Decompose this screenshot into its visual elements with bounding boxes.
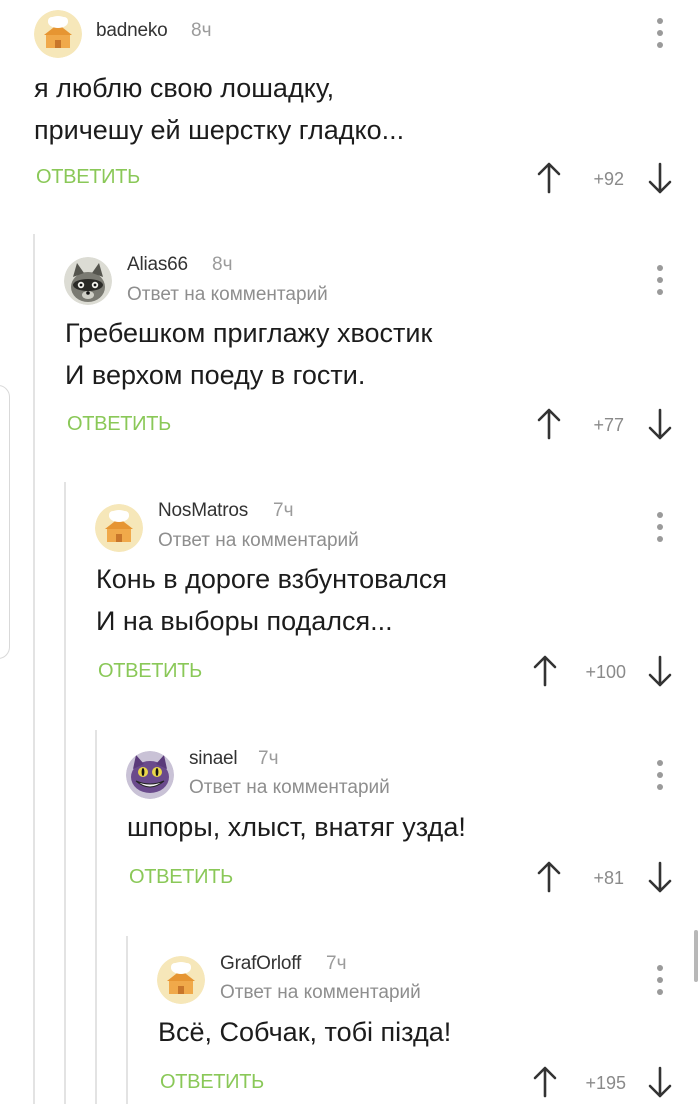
comment-text: Всё, Собчак, тобі пізда! [158,1017,452,1047]
author-name[interactable]: badneko [96,20,168,42]
avatar[interactable] [157,956,205,1004]
downvote-arrow-icon[interactable] [647,162,673,194]
vote-score: +77 [593,415,624,435]
upvote-arrow-icon[interactable] [532,655,558,687]
upvote-arrow-icon[interactable] [536,861,562,893]
more-options-icon[interactable] [652,965,668,995]
reply-to-note: Ответ на комментарий [127,284,328,305]
left-edge-tab [0,385,10,659]
comment-time: 7ч [258,748,279,769]
raccoon-icon [64,257,112,305]
avatar[interactable] [64,257,112,305]
author-name[interactable]: NosMatros [158,500,248,522]
vote-score: +195 [585,1073,626,1093]
author-name[interactable]: GrafOrloff [220,953,301,975]
more-options-icon[interactable] [652,18,668,48]
reply-button[interactable]: ОТВЕТИТЬ [36,166,140,189]
reply-to-note: Ответ на комментарий [220,982,421,1003]
thread-line-1 [33,234,35,1104]
comment-time: 8ч [191,20,212,41]
reply-button[interactable]: ОТВЕТИТЬ [160,1071,264,1094]
avatar[interactable] [95,504,143,552]
more-options-icon[interactable] [652,512,668,542]
thread-line-2 [64,482,66,1104]
vote-score: +81 [593,868,624,888]
vote-score: +92 [593,169,624,189]
author-name[interactable]: sinael [189,748,238,770]
comment-text: шпоры, хлыст, внатяг узда! [127,812,466,842]
more-options-icon[interactable] [652,760,668,790]
scrollbar-thumb[interactable] [694,930,698,982]
author-name[interactable]: Alias66 [127,254,188,276]
downvote-arrow-icon[interactable] [647,1066,673,1098]
upvote-arrow-icon[interactable] [536,162,562,194]
avatar[interactable] [126,751,174,799]
vote-score: +100 [585,662,626,682]
reply-button[interactable]: ОТВЕТИТЬ [98,660,202,683]
house-icon [34,10,82,58]
comment-text: Конь в дороге взбунтовался И на выборы п… [96,564,448,636]
upvote-arrow-icon[interactable] [536,408,562,440]
more-options-icon[interactable] [652,265,668,295]
comment-time: 8ч [212,254,233,275]
comment-time: 7ч [273,500,294,521]
thread-line-3 [95,730,97,1104]
reply-button[interactable]: ОТВЕТИТЬ [67,413,171,436]
avatar[interactable] [34,10,82,58]
comment-time: 7ч [326,953,347,974]
reply-to-note: Ответ на комментарий [189,777,390,798]
downvote-arrow-icon[interactable] [647,861,673,893]
downvote-arrow-icon[interactable] [647,655,673,687]
reply-to-note: Ответ на комментарий [158,530,359,551]
upvote-arrow-icon[interactable] [532,1066,558,1098]
house-icon [95,504,143,552]
downvote-arrow-icon[interactable] [647,408,673,440]
comment-text: я люблю свою лошадку, причешу ей шерстку… [34,73,405,145]
house-icon [157,956,205,1004]
comment-text: Гребешком приглажу хвостик И верхом поед… [65,318,433,390]
reply-button[interactable]: ОТВЕТИТЬ [129,866,233,889]
cheshire-cat-icon [126,751,174,799]
thread-line-4 [126,936,128,1104]
